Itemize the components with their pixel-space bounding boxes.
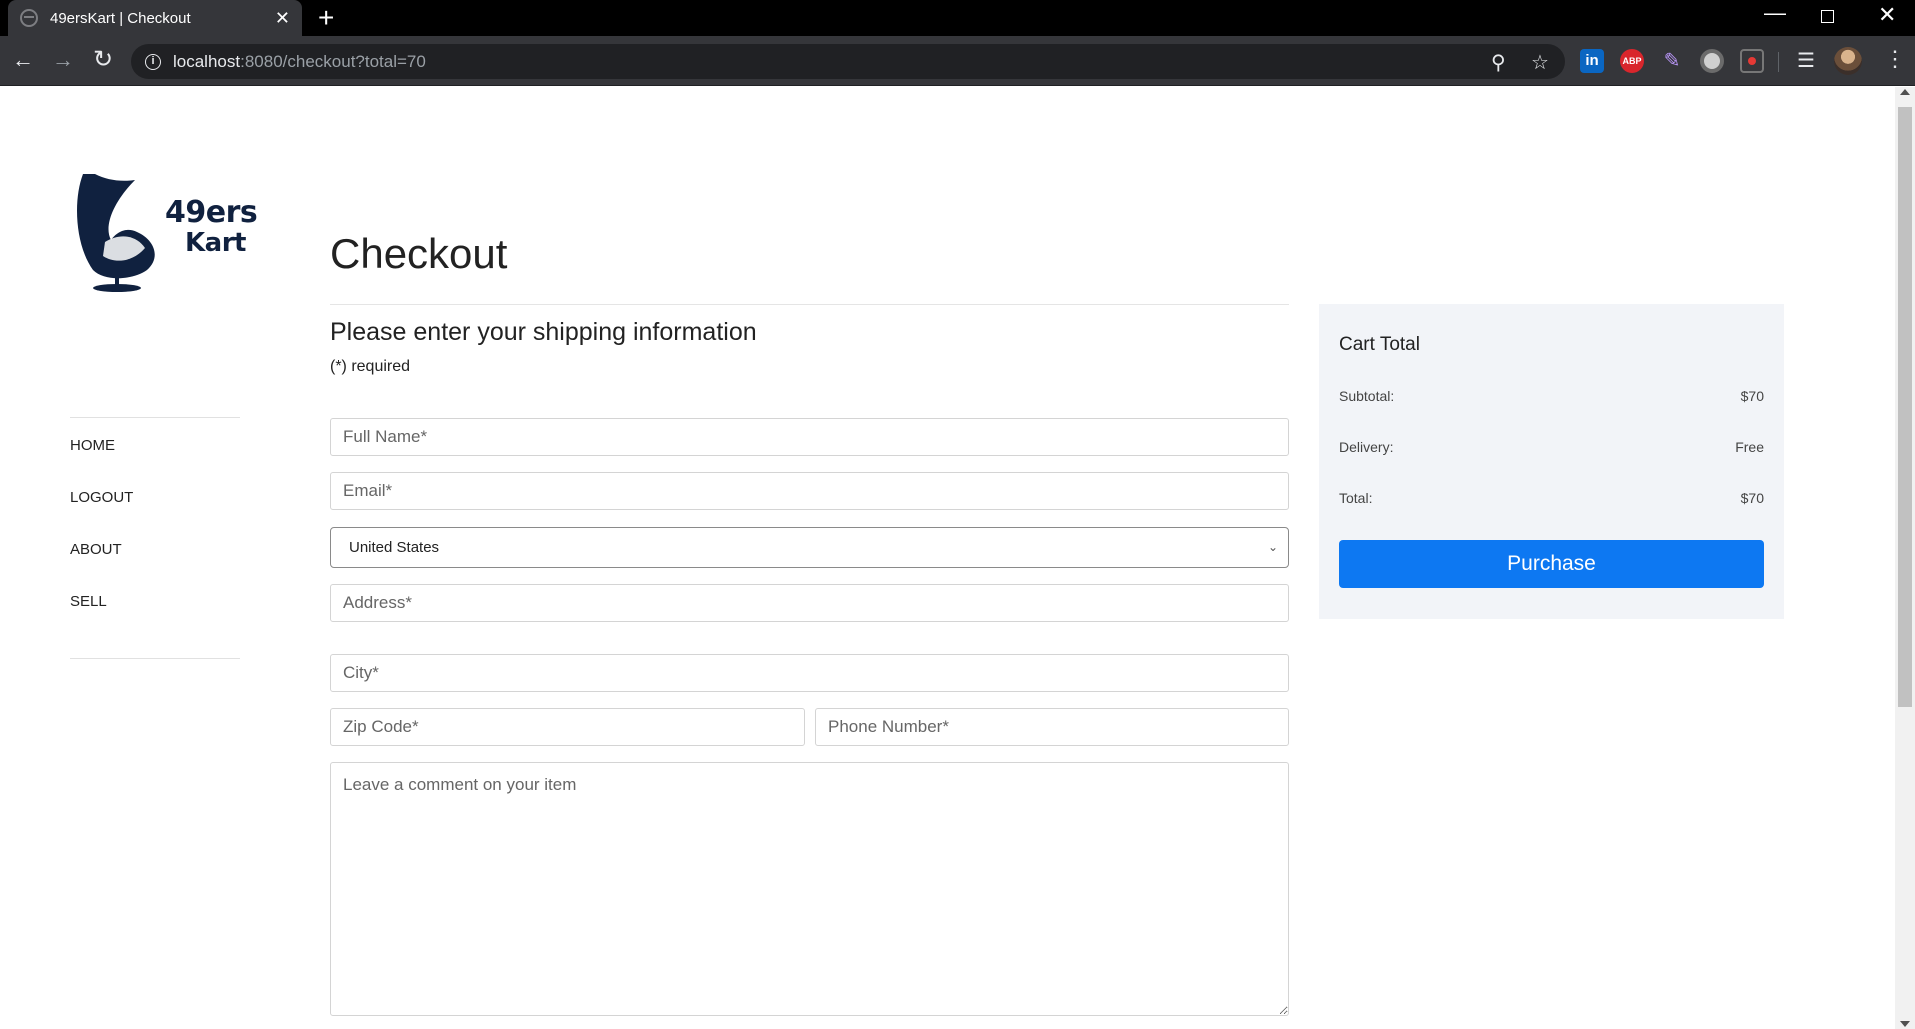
sidebar-nav: HOME LOGOUT ABOUT SELL bbox=[70, 437, 133, 645]
delivery-label: Delivery: bbox=[1339, 439, 1394, 455]
address-input[interactable] bbox=[330, 584, 1289, 622]
logo-text-secondary: Kart bbox=[185, 228, 246, 258]
sidebar-item-sell[interactable]: SELL bbox=[70, 593, 133, 645]
screen-capture-extension-icon[interactable] bbox=[1740, 49, 1764, 73]
url-host: localhost bbox=[173, 51, 241, 71]
zip-code-input[interactable] bbox=[330, 708, 805, 746]
email-input[interactable] bbox=[330, 472, 1289, 510]
sidebar-item-about[interactable]: ABOUT bbox=[70, 541, 133, 593]
scroll-up-arrow-icon[interactable] bbox=[1900, 89, 1910, 95]
delivery-value: Free bbox=[1735, 439, 1764, 455]
full-name-input[interactable] bbox=[330, 418, 1289, 456]
browser-menu-icon[interactable]: ⋮ bbox=[1884, 46, 1906, 72]
sidebar-item-logout[interactable]: LOGOUT bbox=[70, 489, 133, 541]
sidebar-divider-bottom bbox=[70, 658, 240, 659]
subtotal-value: $70 bbox=[1740, 388, 1764, 404]
delivery-row: Delivery: Free bbox=[1339, 439, 1764, 455]
required-note: (*) required bbox=[330, 358, 411, 375]
forward-arrow-icon[interactable]: → bbox=[52, 47, 74, 73]
feather-extension-icon[interactable]: ✎ bbox=[1660, 49, 1684, 73]
scroll-down-arrow-icon[interactable] bbox=[1900, 1021, 1910, 1027]
close-tab-icon[interactable]: ✕ bbox=[275, 9, 290, 27]
browser-tab-strip: 49ersKart | Checkout ✕ + — ✕ bbox=[0, 0, 1915, 36]
linkedin-extension-icon[interactable]: in bbox=[1580, 49, 1604, 73]
country-selected-value: United States bbox=[349, 539, 440, 556]
sidebar-item-home[interactable]: HOME bbox=[70, 437, 133, 489]
scrollbar-thumb[interactable] bbox=[1898, 107, 1912, 707]
media-control-icon[interactable]: ☰ bbox=[1794, 49, 1818, 73]
new-tab-button[interactable]: + bbox=[318, 4, 334, 32]
browser-toolbar: ← → ↻ i localhost:8080/checkout?total=70… bbox=[0, 36, 1915, 86]
title-divider bbox=[330, 304, 1289, 305]
record-extension-icon[interactable] bbox=[1700, 49, 1724, 73]
cart-title: Cart Total bbox=[1339, 334, 1420, 355]
shipping-heading: Please enter your shipping information bbox=[330, 318, 757, 346]
total-value: $70 bbox=[1740, 490, 1764, 506]
tab-title: 49ersKart | Checkout bbox=[50, 9, 191, 27]
toolbar-divider bbox=[1778, 52, 1779, 72]
phone-number-input[interactable] bbox=[815, 708, 1289, 746]
window-close-icon[interactable]: ✕ bbox=[1878, 2, 1896, 28]
logo-text-primary: 49ers bbox=[165, 195, 258, 230]
comment-textarea[interactable] bbox=[330, 762, 1289, 1016]
cart-total-panel: Cart Total Subtotal: $70 Delivery: Free … bbox=[1319, 304, 1784, 619]
subtotal-row: Subtotal: $70 bbox=[1339, 388, 1764, 404]
browser-tab[interactable]: 49ersKart | Checkout ✕ bbox=[8, 0, 302, 36]
back-arrow-icon[interactable]: ← bbox=[12, 47, 34, 73]
page-scrollbar[interactable] bbox=[1895, 87, 1915, 1029]
subtotal-label: Subtotal: bbox=[1339, 388, 1395, 404]
sidebar-divider-top bbox=[70, 417, 240, 418]
chevron-down-icon: ⌄ bbox=[1267, 540, 1278, 554]
egg-chair-icon bbox=[77, 174, 155, 292]
restore-icon[interactable] bbox=[1821, 10, 1834, 23]
zoom-icon[interactable]: ⚲ bbox=[1491, 50, 1506, 75]
address-bar[interactable]: i localhost:8080/checkout?total=70 ⚲ ☆ bbox=[131, 44, 1565, 79]
site-info-icon[interactable]: i bbox=[145, 53, 161, 70]
adblock-extension-icon[interactable]: ABP bbox=[1620, 49, 1644, 73]
site-logo[interactable]: 49ers Kart bbox=[75, 170, 258, 295]
purchase-button[interactable]: Purchase bbox=[1339, 540, 1764, 588]
city-input[interactable] bbox=[330, 654, 1289, 692]
minimize-icon[interactable]: — bbox=[1764, 0, 1786, 26]
page-title: Checkout bbox=[330, 230, 508, 277]
total-label: Total: bbox=[1339, 490, 1373, 506]
reload-icon[interactable]: ↻ bbox=[93, 47, 113, 73]
total-row: Total: $70 bbox=[1339, 490, 1764, 506]
bookmark-star-icon[interactable]: ☆ bbox=[1531, 50, 1549, 75]
url-path: :8080/checkout?total=70 bbox=[240, 51, 426, 71]
country-select[interactable]: United States ⌄ bbox=[330, 527, 1289, 568]
profile-avatar[interactable] bbox=[1834, 47, 1862, 75]
globe-icon bbox=[20, 9, 38, 27]
